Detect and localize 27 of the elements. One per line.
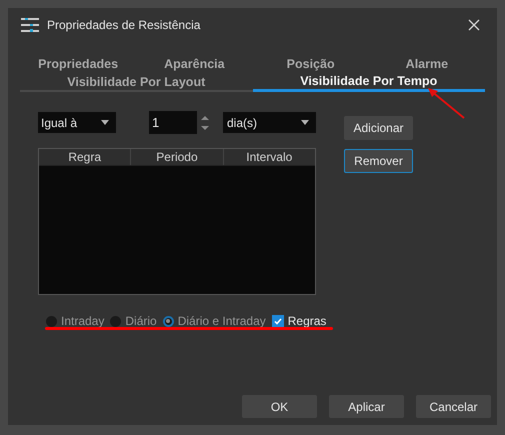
tab[interactable]: Visibilidade Por Layout — [20, 73, 252, 92]
caret-icon — [101, 120, 109, 125]
dialog-button[interactable]: Cancelar — [416, 395, 491, 418]
dialog-button[interactable]: Aplicar — [329, 395, 404, 418]
checkbox-option[interactable]: Regras — [272, 312, 326, 330]
annotation-arrow — [426, 86, 466, 120]
tab[interactable]: Posição — [252, 54, 369, 73]
tab[interactable]: Alarme — [368, 54, 485, 73]
column-header[interactable]: Regra — [39, 149, 130, 165]
side-button[interactable]: Adicionar — [344, 116, 413, 140]
unit-dropdown[interactable]: dia(s) — [223, 112, 316, 133]
comparison-dropdown[interactable]: Igual à — [38, 112, 116, 133]
caret-icon — [301, 120, 309, 125]
checkmark-icon — [274, 318, 282, 324]
amount-field[interactable]: 1 — [149, 111, 197, 134]
tab[interactable]: Propriedades — [20, 54, 136, 73]
sliders-icon — [21, 18, 39, 32]
dialog-button[interactable]: OK — [242, 395, 317, 418]
radio-option[interactable]: Diário — [110, 312, 157, 330]
tab[interactable]: Aparência — [136, 54, 252, 73]
column-header[interactable]: Intervalo — [222, 149, 315, 165]
column-header[interactable]: Periodo — [130, 149, 223, 165]
close-icon[interactable] — [468, 19, 480, 31]
tab[interactable]: Visibilidade Por Tempo — [252, 73, 485, 92]
window-title: Propriedades de Resistência — [47, 17, 202, 34]
side-button[interactable]: Remover — [344, 149, 413, 173]
radio-option[interactable]: Intraday — [46, 312, 104, 330]
